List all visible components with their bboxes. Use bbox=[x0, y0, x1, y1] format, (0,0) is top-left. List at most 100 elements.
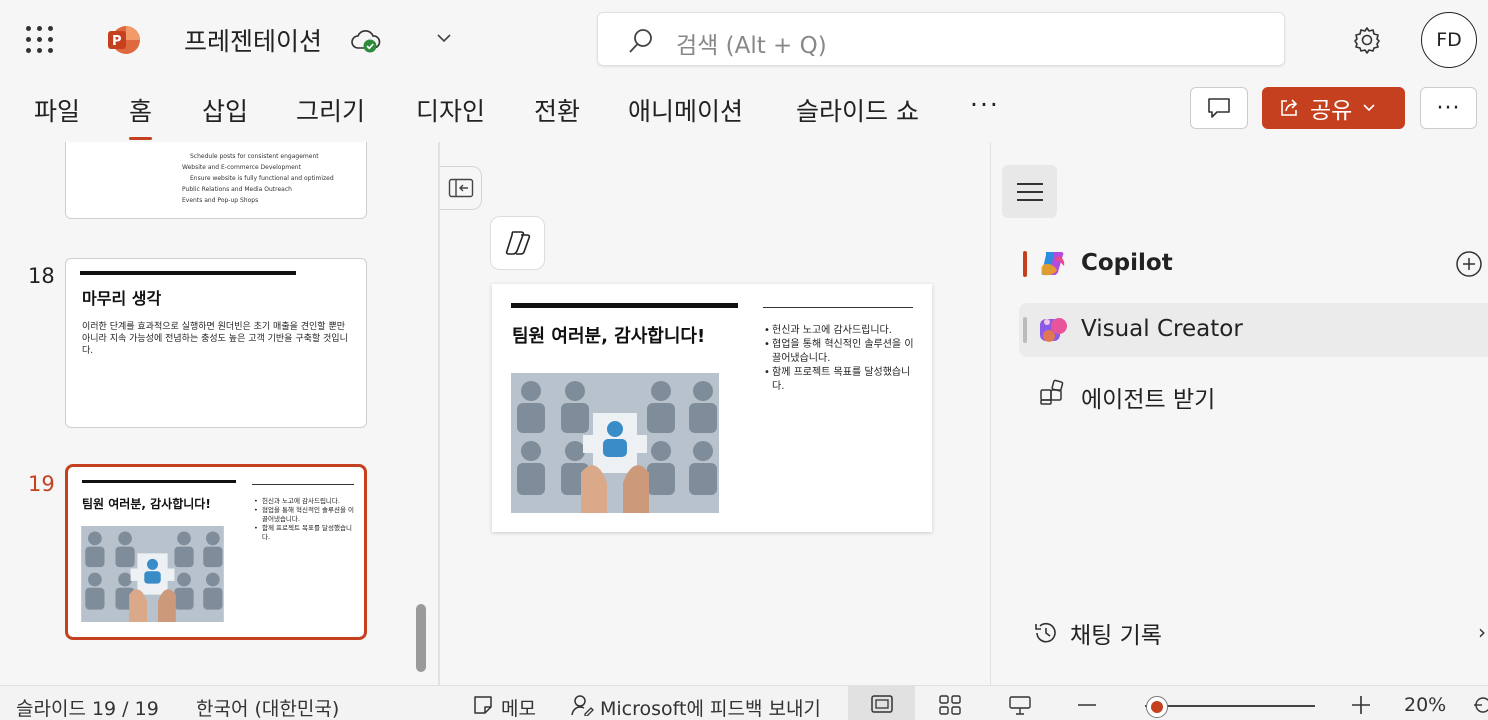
chevron-down-icon[interactable] bbox=[435, 31, 453, 45]
tab-file[interactable]: 파일 bbox=[34, 92, 80, 128]
slide19-rule bbox=[252, 484, 354, 485]
collapse-left-icon bbox=[448, 178, 473, 198]
tab-design[interactable]: 디자인 bbox=[416, 92, 485, 128]
feedback-icon[interactable] bbox=[570, 694, 594, 716]
slide19-title: 팀원 여러분, 감사합니다! bbox=[82, 497, 211, 511]
slide18-body: 이러한 단계를 효과적으로 실행하면 원더빈은 초기 매출을 견인할 뿐만 아니… bbox=[82, 322, 348, 356]
ribbon-tabs: 파일 홈 삽입 그리기 디자인 전환 애니메이션 슬라이드 쇼 ··· 공유 ·… bbox=[0, 80, 1488, 142]
visual-creator-label: Visual Creator bbox=[1081, 316, 1243, 342]
slide18-title: 마무리 생각 bbox=[82, 289, 162, 308]
search-placeholder: 검색 (Alt + Q) bbox=[676, 33, 827, 59]
new-chat-plus-icon[interactable] bbox=[1455, 250, 1483, 278]
chat-history-label: 채팅 기록 bbox=[1070, 623, 1162, 649]
slide-bullet: 헌신과 노고에 감사드립니다. bbox=[764, 324, 916, 338]
tab-draw[interactable]: 그리기 bbox=[296, 92, 365, 128]
zoom-level[interactable]: 20% bbox=[1404, 694, 1446, 716]
puzzle-teamwork-image bbox=[81, 526, 224, 622]
puzzle-teamwork-image[interactable] bbox=[511, 373, 719, 513]
copilot-pane-divider bbox=[990, 142, 991, 685]
zoom-slider-thumb[interactable] bbox=[1145, 696, 1168, 718]
share-label: 공유 bbox=[1310, 98, 1353, 124]
slide19-bullet: 헌신과 노고에 감사드립니다. bbox=[254, 497, 358, 506]
slide-thumbnail-pane: Schedule posts for consistent engagement… bbox=[0, 142, 437, 685]
current-slide-canvas[interactable]: 팀원 여러분, 감사합니다! 헌신과 노고에 감사드립니다. 협업을 통해 혁신… bbox=[492, 284, 932, 532]
settings-gear-icon[interactable] bbox=[1351, 24, 1383, 56]
history-clock-icon bbox=[1035, 622, 1056, 643]
tab-transitions[interactable]: 전환 bbox=[534, 92, 580, 128]
slide17-line: Public Relations and Media Outreach bbox=[182, 186, 292, 193]
copilot-nav-get-agents[interactable]: 에이전트 받기 bbox=[1019, 367, 1488, 421]
slide17-line: Events and Pop-up Shops bbox=[182, 197, 259, 204]
zoom-in-icon[interactable] bbox=[1350, 695, 1372, 715]
share-icon bbox=[1281, 99, 1298, 116]
normal-view-button[interactable] bbox=[848, 686, 915, 720]
app-launcher-icon[interactable] bbox=[26, 26, 54, 54]
thumbnail-scrollbar[interactable] bbox=[416, 604, 426, 672]
comments-button[interactable] bbox=[1190, 87, 1248, 129]
document-title[interactable]: 프레젠테이션 bbox=[184, 22, 322, 58]
hamburger-line bbox=[1016, 182, 1043, 185]
slide-title[interactable]: 팀원 여러분, 감사합니다! bbox=[512, 322, 705, 348]
active-indicator bbox=[1023, 251, 1027, 277]
slide18-title-bar bbox=[80, 271, 296, 275]
slide17-line: Website and E-commerce Development bbox=[182, 164, 301, 171]
reading-view-icon[interactable] bbox=[1008, 694, 1032, 716]
share-button[interactable]: 공유 bbox=[1262, 87, 1405, 129]
chevron-right-icon[interactable]: › bbox=[1478, 620, 1486, 644]
zoom-out-icon[interactable] bbox=[1076, 695, 1098, 715]
slide-sorter-icon[interactable] bbox=[938, 694, 962, 716]
notes-button[interactable]: 메모 bbox=[501, 694, 536, 720]
chat-history-button[interactable]: 채팅 기록 bbox=[1032, 616, 1162, 650]
powerpoint-logo-icon: P bbox=[108, 26, 140, 54]
notes-icon[interactable] bbox=[472, 694, 494, 716]
slide-number-19: 19 bbox=[28, 472, 55, 496]
slide-bullet: 함께 프로젝트 목표를 달성했습니다. bbox=[764, 366, 916, 394]
get-agents-label: 에이전트 받기 bbox=[1081, 387, 1216, 413]
visual-creator-icon bbox=[1040, 318, 1067, 342]
tab-home[interactable]: 홈 bbox=[129, 92, 153, 140]
slide17-line: Schedule posts for consistent engagement bbox=[190, 153, 319, 160]
search-icon bbox=[629, 29, 652, 53]
copilot-icon bbox=[505, 231, 530, 255]
slide19-bullets: 헌신과 노고에 감사드립니다. 협업을 통해 혁신적인 솔루션을 이끌어냈습니다… bbox=[254, 497, 358, 542]
pane-divider[interactable] bbox=[438, 142, 440, 685]
comment-icon bbox=[1208, 98, 1230, 118]
normal-view-icon bbox=[871, 695, 893, 713]
copilot-label: Copilot bbox=[1081, 250, 1173, 276]
copilot-menu-button[interactable] bbox=[1002, 165, 1057, 218]
collapse-pane-button[interactable] bbox=[440, 166, 482, 210]
slide17-line: Ensure website is fully functional and o… bbox=[190, 175, 334, 182]
tab-animations[interactable]: 애니메이션 bbox=[628, 92, 743, 128]
slide-thumbnail-18[interactable]: 마무리 생각 이러한 단계를 효과적으로 실행하면 원더빈은 초기 매출을 견인… bbox=[65, 258, 367, 428]
copilot-nav-copilot[interactable]: Copilot bbox=[1019, 237, 1488, 291]
slide-title-bar bbox=[511, 303, 738, 308]
zoom-slider-track[interactable] bbox=[1145, 705, 1315, 707]
more-tabs-button[interactable]: ··· bbox=[970, 90, 1000, 119]
slide-bullets[interactable]: 헌신과 노고에 감사드립니다. 협업을 통해 혁신적인 솔루션을 이끌어냈습니다… bbox=[764, 324, 916, 394]
status-bar: 슬라이드 19 / 19 한국어 (대한민국) 메모 Microsoft에 피드… bbox=[0, 685, 1488, 720]
search-box[interactable]: 검색 (Alt + Q) bbox=[597, 12, 1285, 66]
copilot-button[interactable] bbox=[490, 216, 545, 270]
item-indicator bbox=[1023, 317, 1027, 343]
slide-number-18: 18 bbox=[28, 264, 55, 288]
tab-insert[interactable]: 삽입 bbox=[202, 92, 248, 128]
cloud-saved-icon[interactable] bbox=[350, 28, 382, 54]
slide-bullet: 협업을 통해 혁신적인 솔루션을 이끌어냈습니다. bbox=[764, 338, 916, 366]
tab-slideshow[interactable]: 슬라이드 쇼 bbox=[796, 92, 919, 128]
agents-grid-icon bbox=[1040, 379, 1064, 405]
account-avatar[interactable]: FD bbox=[1421, 12, 1477, 68]
more-options-button[interactable]: ··· bbox=[1420, 87, 1477, 129]
feedback-button[interactable]: Microsoft에 피드백 보내기 bbox=[600, 694, 821, 720]
hamburger-line bbox=[1016, 198, 1043, 201]
copilot-logo-icon bbox=[1041, 252, 1065, 276]
hamburger-line bbox=[1016, 190, 1043, 193]
slide-position: 슬라이드 19 / 19 bbox=[16, 698, 159, 720]
slide-thumbnail-19[interactable]: 팀원 여러분, 감사합니다! 헌신과 노고에 감사드립니다. 협업을 통해 혁신… bbox=[65, 464, 367, 640]
slide-thumbnail-17[interactable]: Schedule posts for consistent engagement… bbox=[65, 142, 367, 219]
svg-text:P: P bbox=[112, 34, 122, 49]
fit-to-window-icon[interactable] bbox=[1472, 694, 1488, 716]
slide19-title-bar bbox=[82, 480, 236, 483]
language-indicator[interactable]: 한국어 (대한민국) bbox=[196, 694, 339, 720]
slide-rule bbox=[763, 307, 913, 308]
copilot-nav-visual-creator[interactable]: Visual Creator bbox=[1019, 303, 1488, 357]
